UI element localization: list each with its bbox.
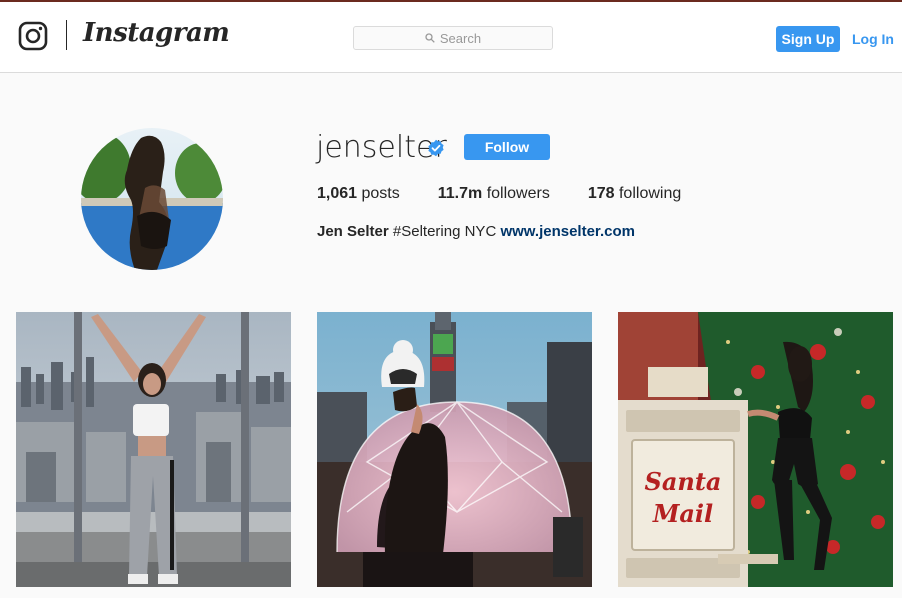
bio-text: #Seltering NYC xyxy=(392,223,497,240)
bio-full-name: Jen Selter xyxy=(317,223,389,240)
post-thumbnail-3[interactable]: Santa Mail xyxy=(618,312,893,587)
log-in-link[interactable]: Log In xyxy=(852,26,894,52)
search-placeholder: Search xyxy=(439,30,482,46)
followers-label: followers xyxy=(486,185,550,202)
profile-bio: Jen Selter #Seltering NYC www.jenselter.… xyxy=(317,223,635,240)
santa-mail-sign-line2: Mail xyxy=(652,499,713,528)
following-label: following xyxy=(618,185,682,202)
search-input[interactable]: Search xyxy=(353,26,553,50)
posts-stat: 1,061 posts xyxy=(317,185,400,203)
instagram-wordmark[interactable]: Instagram xyxy=(83,18,230,48)
following-stat[interactable]: 178 following xyxy=(588,185,681,203)
post-thumbnail-1[interactable] xyxy=(16,312,291,587)
profile-avatar[interactable] xyxy=(81,128,223,270)
profile-stats: 1,061 posts 11.7m followers 178 followin… xyxy=(317,185,681,203)
verified-badge-icon xyxy=(428,139,444,157)
bio-website-link[interactable]: www.jenselter.com xyxy=(500,223,635,240)
santa-mail-sign-line1: Santa xyxy=(645,467,722,496)
search-icon xyxy=(425,33,435,43)
top-navigation-bar: Instagram Search Sign Up Log In xyxy=(0,2,902,73)
posts-label: posts xyxy=(361,185,400,202)
followers-count: 11.7m xyxy=(437,185,483,202)
post-thumbnail-2[interactable] xyxy=(317,312,592,587)
followers-stat[interactable]: 11.7m followers xyxy=(438,185,550,203)
follow-button[interactable]: Follow xyxy=(464,134,550,160)
instagram-camera-icon[interactable] xyxy=(18,21,48,51)
posts-count: 1,061 xyxy=(317,185,358,202)
logo-divider xyxy=(66,20,67,50)
sign-up-button[interactable]: Sign Up xyxy=(776,26,840,52)
following-count: 178 xyxy=(587,185,615,202)
